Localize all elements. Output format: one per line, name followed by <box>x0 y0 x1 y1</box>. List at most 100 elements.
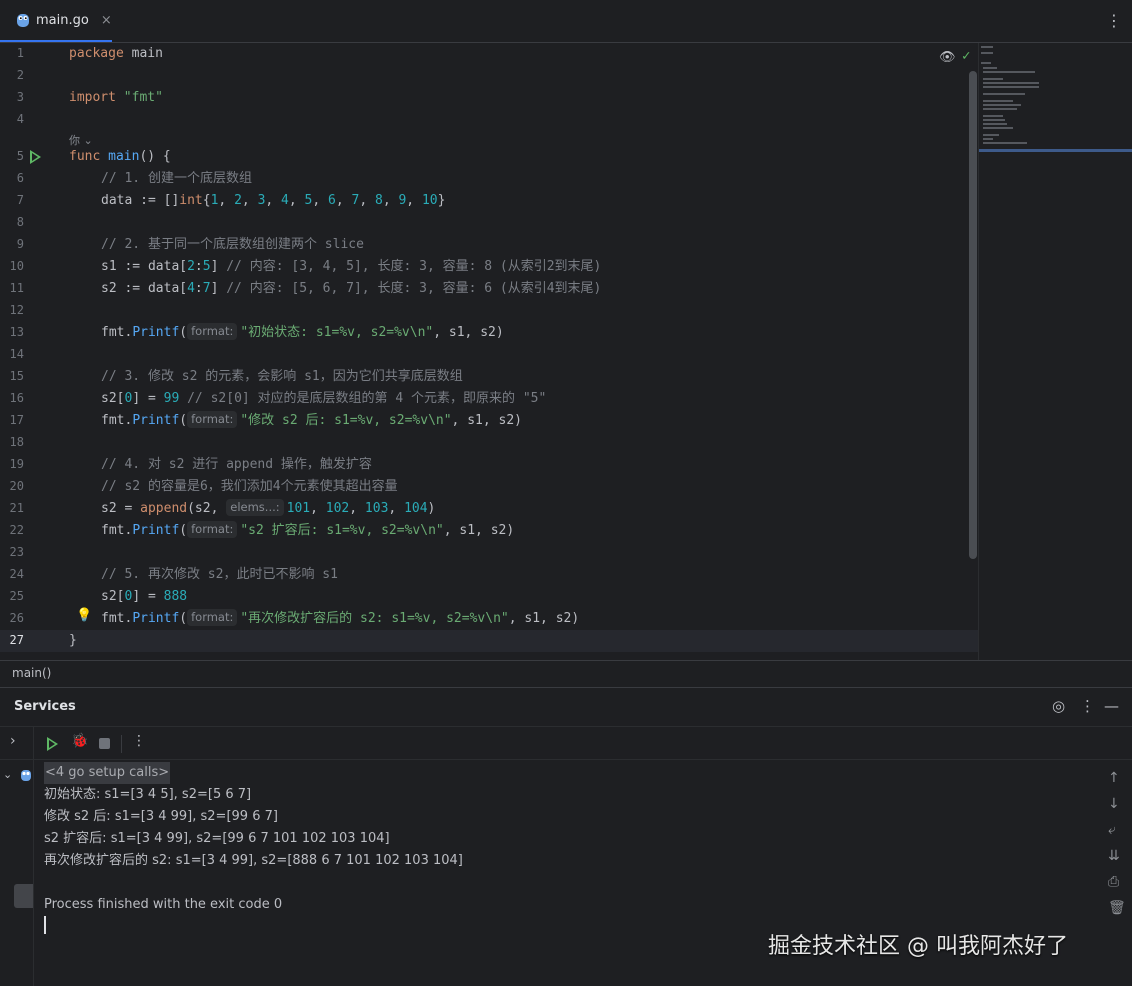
minimap-line <box>983 119 1005 121</box>
minimap-line <box>983 108 1017 110</box>
tab-label: main.go <box>36 12 89 28</box>
minimize-icon[interactable]: — <box>1104 697 1119 715</box>
run-icon[interactable] <box>47 737 58 751</box>
breadcrumb: main() <box>0 660 1132 686</box>
run-gutter-icon[interactable] <box>30 150 41 164</box>
line-number: 4 <box>16 112 24 126</box>
code-line: data := []int{1, 2, 3, 4, 5, 6, 7, 8, 9,… <box>101 193 446 208</box>
console-side-toolbar: ↑ ↓ ⤶ ⇊ ⎙ 🗑 <box>1098 760 1132 986</box>
code-line: // 2. 基于同一个底层数组创建两个 slice <box>101 237 364 252</box>
lightbulb-icon[interactable]: 💡 <box>76 608 92 623</box>
services-tree[interactable]: ⌄ <box>0 760 34 986</box>
minimap-line <box>983 123 1007 125</box>
more-menu-icon[interactable]: ⋮ <box>1106 11 1122 30</box>
code-editor[interactable]: 1 2 3 4 5 6 7 8 9 10 11 12 13 14 15 16 1… <box>0 43 978 660</box>
code-line: s2[0] = 888 <box>101 589 188 604</box>
code-line: // 3. 修改 s2 的元素，会影响 s1，因为它们共享底层数组 <box>101 369 463 384</box>
line-number: 20 <box>9 479 24 493</box>
more-menu-icon[interactable]: ⋮ <box>132 733 146 749</box>
minimap-line <box>983 67 997 69</box>
code-line: // s2 的容量是6，我们添加4个元素使其超出容量 <box>101 479 398 494</box>
line-number: 1 <box>16 46 24 60</box>
minimap-line <box>983 127 1013 129</box>
scroll-to-end-icon[interactable]: ⇊ <box>1108 848 1120 864</box>
line-number: 18 <box>9 435 24 449</box>
line-number: 17 <box>9 413 24 427</box>
console-line: Process finished with the exit code 0 <box>44 897 283 912</box>
line-number: 7 <box>16 193 24 207</box>
minimap-line <box>983 86 1039 88</box>
watermark: 掘金技术社区 @ 叫我阿杰好了 <box>768 934 1068 959</box>
minimap-line <box>983 134 999 136</box>
minimap-line <box>983 93 1025 95</box>
code-line: // 1. 创建一个底层数组 <box>101 171 252 186</box>
line-number: 3 <box>16 90 24 104</box>
chevron-down-icon[interactable]: ⌄ <box>3 768 12 781</box>
code-line: s1 := data[2:5] // 内容: [3, 4, 5], 长度: 3,… <box>101 259 602 274</box>
target-icon[interactable]: ◎ <box>1052 697 1065 715</box>
line-number: 5 <box>16 149 24 163</box>
scroll-down-icon[interactable]: ↓ <box>1108 796 1120 812</box>
tree-item-selected[interactable] <box>14 884 33 908</box>
scroll-up-icon[interactable]: ↑ <box>1108 770 1120 786</box>
text-caret <box>44 916 46 934</box>
minimap-line <box>981 62 991 64</box>
code-line: s2[0] = 99 // s2[0] 对应的是底层数组的第 4 个元素，即原来… <box>101 391 547 406</box>
console-line-folded[interactable]: <4 go setup calls> <box>44 762 171 784</box>
code-line: // 5. 再次修改 s2，此时已不影响 s1 <box>101 567 338 582</box>
line-number: 23 <box>9 545 24 559</box>
code-line: s2 := data[4:7] // 内容: [5, 6, 7], 长度: 3,… <box>101 281 602 296</box>
code-line: fmt.Printf(format: "再次修改扩容后的 s2: s1=%v, s… <box>101 609 580 626</box>
minimap-line <box>983 100 1013 102</box>
line-number: 14 <box>9 347 24 361</box>
line-number: 2 <box>16 68 24 82</box>
line-number: 8 <box>16 215 24 229</box>
parameter-hint: format: <box>187 323 238 340</box>
gopher-file-icon <box>17 14 29 27</box>
console-line: 修改 s2 后: s1=[3 4 99], s2=[99 6 7] <box>44 809 278 824</box>
minimap-line <box>983 104 1021 106</box>
chevron-right-icon[interactable]: › <box>10 733 16 749</box>
line-number: 27 <box>9 633 24 647</box>
code-line: import "fmt" <box>69 90 163 105</box>
current-line-highlight <box>0 630 978 652</box>
console-line: 再次修改扩容后的 s2: s1=[3 4 99], s2=[888 6 7 10… <box>44 853 463 868</box>
debug-icon[interactable]: 🐞 <box>71 733 88 749</box>
more-menu-icon[interactable]: ⋮ <box>1080 697 1095 715</box>
minimap-line <box>981 52 993 54</box>
console-line: 初始状态: s1=[3 4 5], s2=[5 6 7] <box>44 787 252 802</box>
parameter-hint: format: <box>187 609 238 626</box>
minimap-viewport[interactable] <box>979 149 1132 152</box>
line-number: 9 <box>16 237 24 251</box>
parameter-hint: elems...: <box>226 499 284 516</box>
line-number: 19 <box>9 457 24 471</box>
line-number: 12 <box>9 303 24 317</box>
stop-icon[interactable] <box>99 738 110 749</box>
line-number: 13 <box>9 325 24 339</box>
parameter-hint: format: <box>187 521 238 538</box>
line-number: 22 <box>9 523 24 537</box>
minimap[interactable] <box>978 43 1132 660</box>
console-line: s2 扩容后: s1=[3 4 99], s2=[99 6 7 101 102 … <box>44 831 390 846</box>
line-number: 21 <box>9 501 24 515</box>
tab-main-go[interactable]: main.go × <box>0 0 112 42</box>
soft-wrap-icon[interactable]: ⤶ <box>1108 822 1116 838</box>
line-number: 24 <box>9 567 24 581</box>
breadcrumb-item-main[interactable]: main() <box>12 666 51 680</box>
print-icon[interactable]: ⎙ <box>1108 874 1119 890</box>
minimap-line <box>983 115 1003 117</box>
gopher-file-icon <box>21 770 31 781</box>
reader-mode-icon[interactable]: 👁 <box>939 50 956 65</box>
services-header: Services ◎ ⋮ — <box>0 688 1132 726</box>
trash-icon[interactable]: 🗑 <box>1108 900 1126 916</box>
code-line: fmt.Printf(format: "修改 s2 后: s1=%v, s2=%v… <box>101 411 522 428</box>
close-icon[interactable]: × <box>101 13 112 28</box>
minimap-line <box>983 138 993 140</box>
vertical-scrollbar[interactable] <box>969 71 977 559</box>
check-icon: ✓ <box>962 48 971 64</box>
line-number: 10 <box>9 259 24 273</box>
line-number: 11 <box>9 281 24 295</box>
minimap-line <box>983 71 1035 73</box>
line-number: 25 <box>9 589 24 603</box>
line-number: 26 <box>9 611 24 625</box>
